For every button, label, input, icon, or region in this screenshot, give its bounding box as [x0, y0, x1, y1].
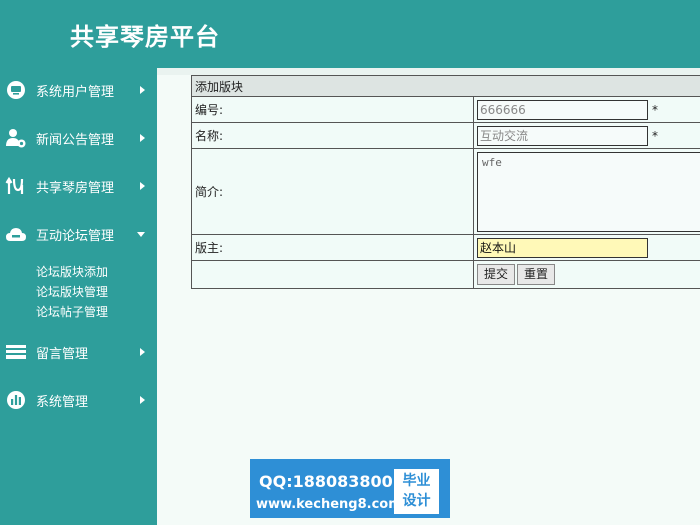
- moderator-value-cell: 赵本山: [473, 234, 700, 261]
- actions-cell: 提交 重置: [473, 260, 700, 289]
- sidebar-item-piano-rooms[interactable]: 共享琴房管理: [0, 166, 157, 206]
- form-row-intro: 简介: wfe: [191, 148, 700, 235]
- form-row-code: 编号: 666666 *: [191, 96, 700, 123]
- chevron-down-icon: [137, 231, 145, 237]
- bar-chart-icon: [5, 389, 27, 411]
- watermark-qq: QQ:188083800: [259, 472, 393, 491]
- intro-value-cell: wfe: [473, 148, 700, 235]
- watermark-badge-line1: 毕业: [402, 473, 431, 489]
- chevron-right-icon: [140, 396, 145, 404]
- name-value-cell: 互动交流 *: [473, 122, 700, 149]
- cloud-icon: [5, 223, 27, 245]
- moderator-input[interactable]: 赵本山: [477, 237, 648, 258]
- app-title: 共享琴房平台: [70, 23, 220, 51]
- moderator-label: 版主:: [191, 234, 474, 261]
- form-row-actions: 提交 重置: [191, 260, 700, 289]
- stack-icon: [5, 341, 27, 363]
- chevron-right-icon: [140, 86, 145, 94]
- sidebar-item-label: 共享琴房管理: [36, 180, 115, 196]
- code-value-cell: 666666 *: [473, 96, 700, 123]
- code-label: 编号:: [191, 96, 474, 123]
- empty-cell: [191, 260, 474, 289]
- required-mark: *: [652, 128, 658, 143]
- intro-textarea[interactable]: wfe: [477, 151, 700, 232]
- sidebar: 系统用户管理 新闻公告管理 共享琴房管理 互动论坛管理 论坛版块添加 论坛版块管…: [0, 68, 157, 525]
- form-caption: 添加版块: [191, 75, 700, 97]
- content-topbar: [157, 68, 700, 75]
- add-board-form: 添加版块 编号: 666666 * 名称: 互动交流 * 简介: wfe 版主: 赵…: [191, 75, 700, 289]
- watermark-badge: 毕业 设计: [394, 469, 439, 514]
- submenu-add-board[interactable]: 论坛版块添加: [36, 262, 108, 282]
- chevron-right-icon: [140, 182, 145, 190]
- submenu-manage-boards[interactable]: 论坛版块管理: [36, 282, 108, 302]
- monitor-icon: [5, 79, 27, 101]
- sidebar-item-label: 互动论坛管理: [36, 228, 115, 244]
- name-input[interactable]: 互动交流: [477, 125, 648, 146]
- reset-button[interactable]: 重置: [517, 264, 556, 285]
- intro-label: 简介:: [191, 148, 474, 235]
- submenu-manage-posts[interactable]: 论坛帖子管理: [36, 302, 108, 322]
- form-row-name: 名称: 互动交流 *: [191, 122, 700, 149]
- sidebar-item-news[interactable]: 新闻公告管理: [0, 118, 157, 158]
- form-row-moderator: 版主: 赵本山: [191, 234, 700, 261]
- watermark-banner: QQ:188083800 www.kecheng8.com 毕业 设计: [250, 459, 450, 518]
- sidebar-item-label: 系统管理: [36, 394, 89, 410]
- user-settings-icon: [5, 127, 27, 149]
- watermark-url: www.kecheng8.com: [256, 497, 402, 512]
- sidebar-item-label: 留言管理: [36, 346, 89, 362]
- name-label: 名称:: [191, 122, 474, 149]
- swap-icon: [5, 175, 27, 197]
- code-input[interactable]: 666666: [477, 99, 648, 120]
- forum-submenu: 论坛版块添加 论坛版块管理 论坛帖子管理: [36, 262, 108, 322]
- header: 共享琴房平台: [0, 0, 700, 68]
- sidebar-item-label: 新闻公告管理: [36, 132, 115, 148]
- chevron-right-icon: [140, 134, 145, 142]
- sidebar-item-label: 系统用户管理: [36, 84, 115, 100]
- main-content: 添加版块 编号: 666666 * 名称: 互动交流 * 简介: wfe 版主: 赵…: [157, 68, 700, 525]
- sidebar-item-messages[interactable]: 留言管理: [0, 332, 157, 372]
- chevron-right-icon: [140, 348, 145, 356]
- submit-button[interactable]: 提交: [477, 264, 516, 285]
- sidebar-item-system[interactable]: 系统管理: [0, 380, 157, 420]
- sidebar-item-system-users[interactable]: 系统用户管理: [0, 70, 157, 110]
- watermark-badge-line2: 设计: [402, 493, 431, 509]
- required-mark: *: [652, 102, 658, 117]
- sidebar-item-forum[interactable]: 互动论坛管理: [0, 214, 157, 254]
